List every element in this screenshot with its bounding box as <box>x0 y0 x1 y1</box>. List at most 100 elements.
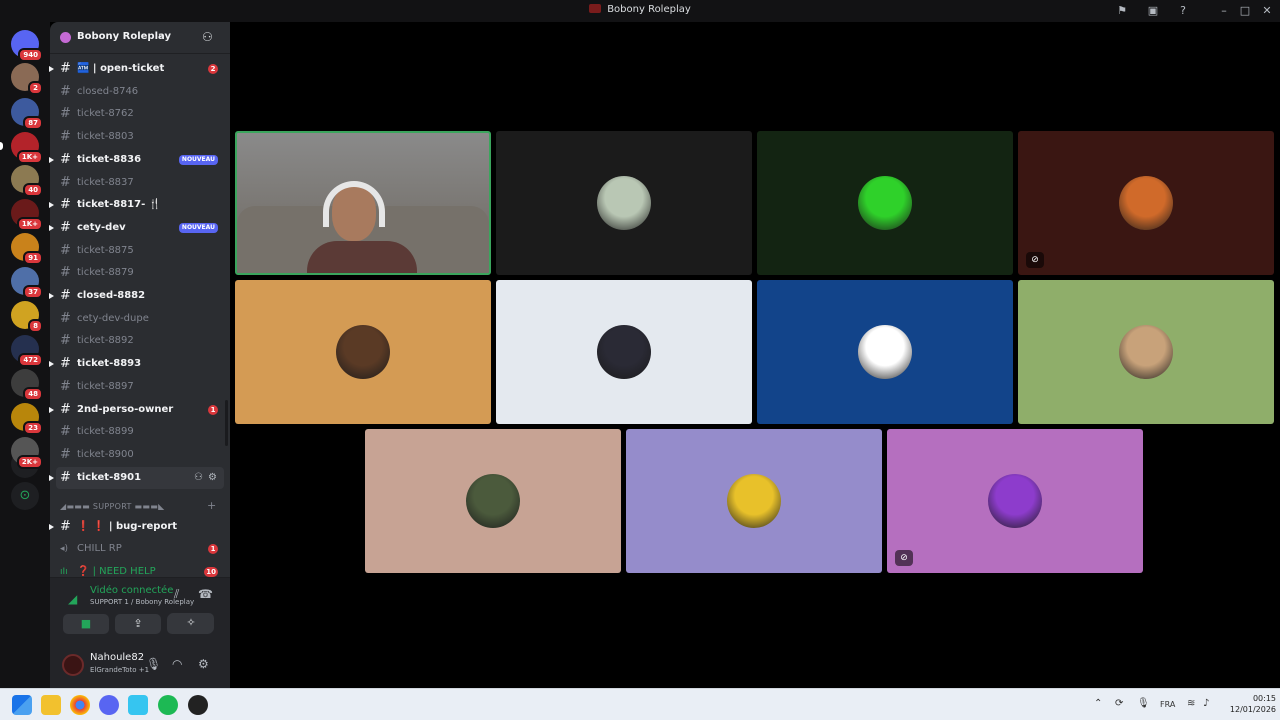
wifi-icon[interactable]: ≋ <box>1187 698 1195 709</box>
server-icon[interactable]: 2K+ <box>11 437 43 469</box>
channel-item[interactable]: # ticket-8762 <box>56 103 224 125</box>
mention-badge: 1K+ <box>16 150 43 164</box>
channel-item[interactable]: # ticket-8879 <box>56 262 224 284</box>
server-icon[interactable]: 37 <box>11 267 43 299</box>
channel-item[interactable]: #2nd-perso-owner 1 <box>49 399 224 421</box>
server-icon[interactable]: 48 <box>11 369 43 401</box>
screen-icon[interactable]: ▣ <box>1145 3 1161 19</box>
video-tile[interactable] <box>496 280 752 424</box>
signal-icon[interactable]: ◢ <box>68 592 77 606</box>
scrollbar[interactable] <box>225 400 228 446</box>
channel-item[interactable]: ◂) CHILL RP 1 <box>56 538 224 560</box>
language-indicator[interactable]: FRA <box>1160 700 1175 709</box>
channel-item[interactable]: # closed-8746 <box>56 81 224 103</box>
channel-item[interactable]: # ticket-8892 <box>56 330 224 352</box>
disconnect-icon[interactable]: ☎ <box>198 587 213 601</box>
channel-item[interactable]: # ticket-8875 <box>56 240 224 262</box>
server-icon[interactable]: 91 <box>11 233 43 265</box>
inbox-icon[interactable]: ⚑ <box>1114 3 1130 19</box>
unread-dot <box>49 361 54 368</box>
create-channel-icon[interactable]: + <box>207 499 216 512</box>
server-icon[interactable]: 472 <box>11 335 43 367</box>
direct-messages-icon[interactable]: 940 <box>11 30 43 62</box>
sync-icon[interactable]: ⟳ <box>1115 698 1123 709</box>
windows-start-icon[interactable] <box>12 695 32 715</box>
channel-item[interactable]: # ticket-8893 <box>49 353 224 375</box>
username[interactable]: Nahoule82 <box>90 652 144 663</box>
video-tile[interactable] <box>757 131 1013 275</box>
channel-item[interactable]: # ticket-8837 <box>56 172 224 194</box>
server-icon[interactable]: 8 <box>11 301 43 333</box>
file-explorer-icon[interactable] <box>41 695 61 715</box>
discord-icon[interactable] <box>99 695 119 715</box>
server-icon[interactable]: 1K+ <box>11 199 43 231</box>
chevron-up-icon[interactable]: ⌃ <box>1094 698 1102 709</box>
camera-button[interactable]: ■ <box>63 614 109 634</box>
microphone-icon[interactable]: 🎙 <box>146 657 161 671</box>
soundboard-icon[interactable]: ✧ <box>168 613 214 633</box>
channel-name: ❗ ❗ | bug-report <box>77 521 178 532</box>
avatar <box>858 176 912 230</box>
channel-item[interactable]: # ticket-8899 <box>56 421 224 443</box>
spotify-icon[interactable] <box>158 695 178 715</box>
clock[interactable]: 00:15 12/01/2026 <box>1222 693 1276 715</box>
noise-suppression-icon[interactable]: ⫽ <box>174 587 179 602</box>
voice-status[interactable]: Vidéo connectée <box>90 585 173 596</box>
avatar <box>466 474 520 528</box>
mention-badge: 40 <box>23 183 43 197</box>
video-tile[interactable] <box>757 280 1013 424</box>
close-icon[interactable]: ✕ <box>1259 3 1275 19</box>
muted-icon: ⊘ <box>1026 252 1044 268</box>
channel-item[interactable]: # ticket-8900 <box>56 444 224 466</box>
video-tile[interactable]: ⊘ <box>887 429 1143 573</box>
minimize-icon[interactable]: – <box>1216 3 1232 19</box>
chrome-icon[interactable] <box>70 695 90 715</box>
server-icon[interactable]: 23 <box>11 403 43 435</box>
guild-header[interactable]: Bobony Roleplay ⌄ ⚇ <box>50 22 230 54</box>
video-tile[interactable] <box>1018 280 1274 424</box>
channel-item[interactable]: # 🏧 | open-ticket 2 <box>49 58 224 80</box>
video-tile[interactable] <box>365 429 621 573</box>
invite-icon[interactable]: ⚇ <box>194 467 203 489</box>
channel-item[interactable]: # ticket-8836 NOUVEAU <box>49 149 224 171</box>
hash-icon: # <box>60 197 71 213</box>
server-icon[interactable]: 2 <box>11 63 43 95</box>
gear-icon[interactable]: ⚙ <box>208 467 217 489</box>
slack-icon[interactable] <box>128 695 148 715</box>
channel-item[interactable]: # ticket-8901 ⚇ ⚙ <box>49 466 224 489</box>
maximize-icon[interactable]: □ <box>1237 3 1253 19</box>
video-tile[interactable]: ⊘ <box>1018 131 1274 275</box>
add-member-icon[interactable]: ⚇ <box>202 30 213 44</box>
channel-name: cety-dev <box>77 221 126 233</box>
category-support[interactable]: ◢▬▬▬ SUPPORT ▬▬▬◣ <box>60 502 165 511</box>
channel-item[interactable]: # cety-dev NOUVEAU <box>49 217 224 239</box>
server-icon[interactable]: 1K+ <box>0 132 43 164</box>
hash-icon: # <box>60 106 71 122</box>
title-bar: Bobony Roleplay ⚑ ▣ ? – □ ✕ <box>0 0 1280 22</box>
chevron-down-icon[interactable]: ⌄ <box>157 30 165 40</box>
server-icon[interactable]: 40 <box>11 165 43 197</box>
channel-item[interactable]: # ❗ ❗ | bug-report <box>49 516 224 538</box>
channel-name: closed-8882 <box>77 290 146 301</box>
avatar <box>336 325 390 379</box>
gear-icon[interactable]: ⚙ <box>198 657 209 671</box>
video-tile[interactable] <box>235 131 491 275</box>
screenshare-button[interactable]: ⇪ <box>115 614 161 634</box>
hash-icon: # <box>60 333 71 349</box>
video-tile[interactable] <box>235 280 491 424</box>
video-tile[interactable] <box>496 131 752 275</box>
headphones-icon[interactable]: ◠ <box>172 657 182 671</box>
explore-icon[interactable]: ⊙ <box>11 482 39 510</box>
channel-item[interactable]: # cety-dev-dupe <box>56 308 224 330</box>
channel-item[interactable]: # ticket-8803 <box>56 126 224 148</box>
server-icon[interactable]: 87 <box>11 98 43 130</box>
microphone-tray-icon[interactable]: 🎙 <box>1137 698 1150 709</box>
channel-item[interactable]: # ticket-8897 <box>56 376 224 398</box>
volume-icon[interactable]: ♪ <box>1203 698 1209 709</box>
app-icon[interactable] <box>188 695 208 715</box>
avatar[interactable] <box>62 654 84 676</box>
channel-item[interactable]: # ticket-8817- 🍴 <box>49 194 224 216</box>
channel-item[interactable]: # closed-8882 <box>49 285 224 307</box>
video-tile[interactable] <box>626 429 882 573</box>
help-icon[interactable]: ? <box>1175 3 1191 19</box>
